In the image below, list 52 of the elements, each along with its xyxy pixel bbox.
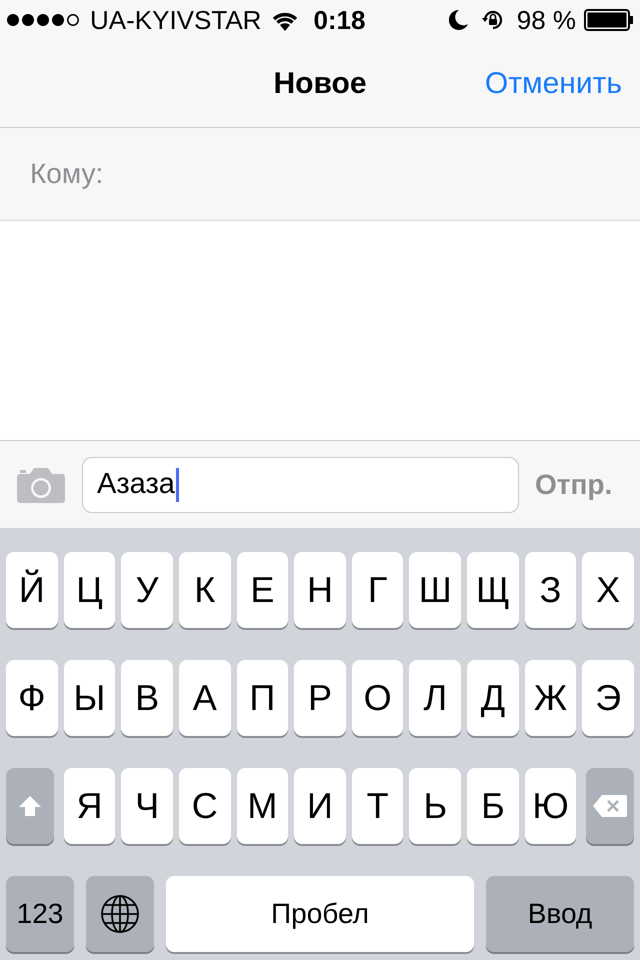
keyboard-key[interactable]: З: [524, 552, 576, 628]
delete-key[interactable]: [586, 768, 634, 844]
battery-percent: 98 %: [516, 4, 576, 36]
keyboard-key[interactable]: Д: [467, 660, 519, 736]
keyboard-key[interactable]: Ь: [409, 768, 462, 844]
signal-icon: [6, 13, 82, 27]
keyboard-key[interactable]: В: [121, 660, 173, 736]
keyboard-key[interactable]: Я: [64, 768, 116, 844]
camera-icon: [16, 466, 66, 504]
keyboard-key[interactable]: О: [352, 660, 404, 736]
keyboard-key[interactable]: Ч: [121, 768, 173, 844]
keyboard-key[interactable]: С: [178, 768, 231, 844]
return-key[interactable]: Ввод: [486, 876, 634, 952]
space-key[interactable]: Пробел: [166, 876, 474, 952]
keyboard-key[interactable]: Б: [467, 768, 519, 844]
keyboard-key[interactable]: Ы: [64, 660, 116, 736]
moon-icon: [448, 9, 469, 31]
shift-arrow-icon: [18, 795, 42, 817]
keyboard-key[interactable]: Ю: [524, 768, 576, 844]
to-label: Кому:: [30, 157, 104, 191]
message-input-field[interactable]: Азаза: [82, 456, 519, 512]
battery-icon: [584, 9, 634, 31]
keyboard-key[interactable]: Е: [236, 552, 288, 628]
keyboard-key[interactable]: Г: [352, 552, 404, 628]
keyboard-key[interactable]: К: [178, 552, 231, 628]
keyboard-key[interactable]: П: [236, 660, 288, 736]
clock-time: 0:18: [313, 4, 366, 36]
screen-title: Новое: [273, 66, 367, 102]
cancel-button[interactable]: Отменить: [484, 61, 622, 106]
keyboard-key[interactable]: Л: [409, 660, 462, 736]
keyboard-key[interactable]: Н: [294, 552, 346, 628]
keyboard-key[interactable]: Х: [582, 552, 634, 628]
rotation-lock-icon: [480, 8, 505, 32]
keyboard-key[interactable]: Ж: [524, 660, 576, 736]
numbers-key[interactable]: 123: [6, 876, 74, 952]
globe-key[interactable]: [86, 876, 154, 952]
keyboard-key[interactable]: У: [121, 552, 173, 628]
keyboard-key[interactable]: Э: [582, 660, 634, 736]
keyboard-key[interactable]: Й: [6, 552, 58, 628]
keyboard-key[interactable]: М: [236, 768, 288, 844]
keyboard-key[interactable]: Ф: [6, 660, 58, 736]
keyboard-key[interactable]: Р: [294, 660, 346, 736]
carrier-name: UA-KYIVSTAR: [90, 4, 262, 36]
globe-icon: [100, 894, 140, 934]
keyboard-key[interactable]: Ш: [409, 552, 462, 628]
backspace-icon: [592, 794, 628, 818]
keyboard-key[interactable]: А: [178, 660, 231, 736]
keyboard-key[interactable]: Щ: [467, 552, 519, 628]
keyboard-key[interactable]: Ц: [64, 552, 116, 628]
keyboard-key[interactable]: Т: [352, 768, 404, 844]
shift-key[interactable]: [6, 768, 54, 844]
keyboard-key[interactable]: И: [294, 768, 346, 844]
